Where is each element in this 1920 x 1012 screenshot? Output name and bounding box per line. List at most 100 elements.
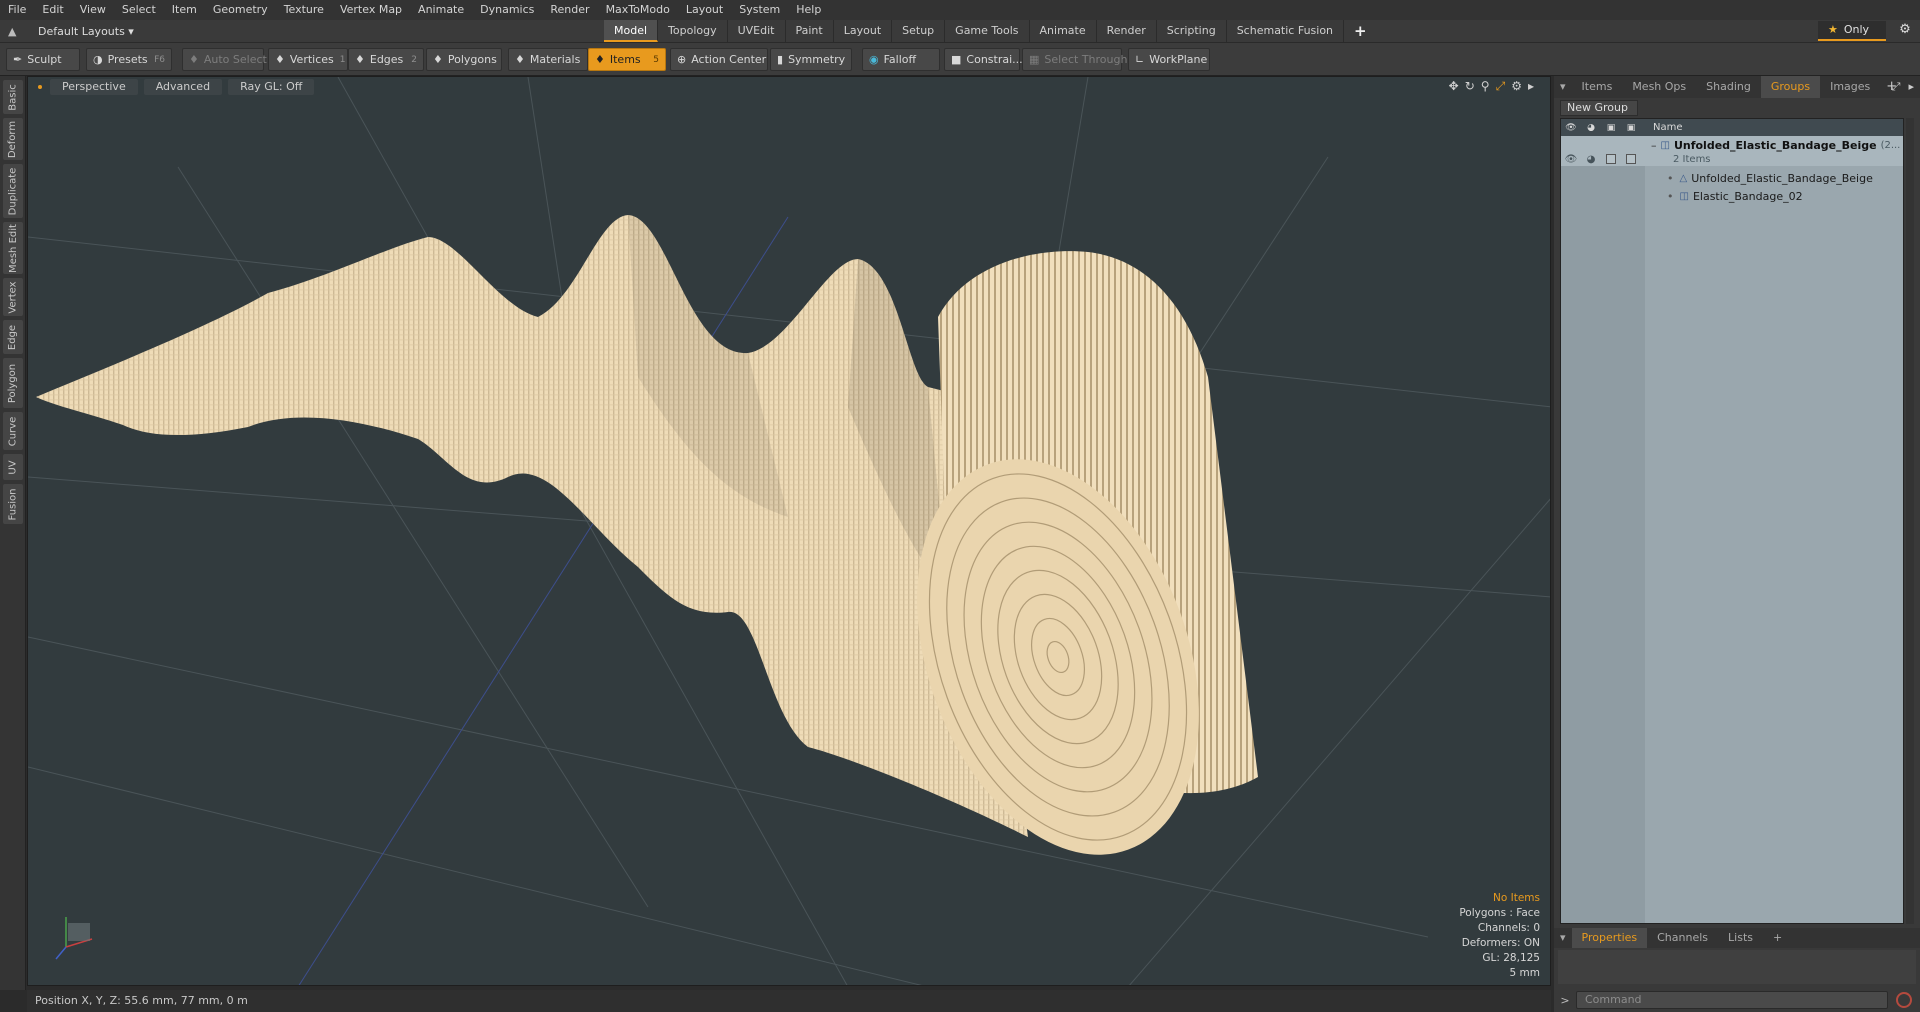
tab-curve[interactable]: Curve (3, 412, 23, 450)
tab-mesh-edit[interactable]: Mesh Edit (3, 222, 23, 274)
edges-button[interactable]: ♦ Edges 2 (348, 48, 424, 71)
bottom-panel-menu-icon[interactable]: ▾ (1554, 928, 1572, 948)
menu-dynamics[interactable]: Dynamics (472, 0, 542, 20)
tab-images[interactable]: Images (1820, 76, 1880, 98)
menu-select[interactable]: Select (114, 0, 164, 20)
items-button[interactable]: ♦ Items 5 (588, 48, 666, 71)
render-column-icon[interactable]: ◕ (1581, 123, 1601, 133)
viewport-nav-icons: ✥ ↻ ⚲ ⤢ ⚙ ▸ (1449, 79, 1534, 94)
tab-lists[interactable]: Lists (1718, 928, 1763, 948)
vertices-button[interactable]: ♦ Vertices 1 (268, 48, 348, 71)
tab-deform[interactable]: Deform (3, 118, 23, 160)
menu-file[interactable]: File (0, 0, 34, 20)
viewport-canvas[interactable] (28, 77, 1551, 986)
position-readout: Position X, Y, Z: 55.6 mm, 77 mm, 0 m (35, 994, 248, 1007)
zoom-icon[interactable]: ⚲ (1481, 79, 1490, 94)
menu-animate[interactable]: Animate (410, 0, 472, 20)
group-child-row[interactable]: • ◫ Elastic_Bandage_02 (1561, 187, 1903, 205)
menu-render[interactable]: Render (542, 0, 597, 20)
rotate-icon[interactable]: ↻ (1465, 79, 1475, 94)
tree-scrollbar[interactable] (1906, 118, 1914, 924)
tab-shading[interactable]: Shading (1696, 76, 1761, 98)
panel-arrow-icon[interactable]: ▸ (1908, 80, 1914, 94)
new-group-button[interactable]: New Group (1560, 100, 1638, 116)
visibility-column-icon[interactable]: 👁 (1561, 123, 1581, 133)
constraints-button[interactable]: ■ Constrai... (944, 48, 1023, 71)
tab-scripting[interactable]: Scripting (1157, 20, 1227, 42)
polygons-button[interactable]: ♦ Polygons (426, 48, 502, 71)
symmetry-button[interactable]: ▮ Symmetry (770, 48, 852, 71)
tab-layout[interactable]: Layout (834, 20, 893, 42)
panel-menu-icon[interactable]: ▾ (1554, 76, 1572, 98)
menu-vertex-map[interactable]: Vertex Map (332, 0, 410, 20)
tab-topology[interactable]: Topology (658, 20, 728, 42)
tab-vertex[interactable]: Vertex (3, 278, 23, 316)
menu-maxtomodo[interactable]: MaxToModo (598, 0, 678, 20)
lock-column-icon[interactable]: ▣ (1601, 123, 1621, 133)
expand-panel-icon[interactable]: ⤢ (1892, 80, 1901, 94)
tab-paint[interactable]: Paint (786, 20, 834, 42)
viewport-menu-arrow-icon[interactable]: ▸ (1528, 79, 1534, 94)
sculpt-button[interactable]: ✒ Sculpt (6, 48, 80, 71)
tab-uv[interactable]: UV (3, 454, 23, 480)
tab-fusion[interactable]: Fusion (3, 484, 23, 524)
record-macro-icon[interactable] (1896, 992, 1912, 1008)
tab-setup[interactable]: Setup (892, 20, 946, 42)
symmetry-icon: ▮ (777, 53, 784, 66)
add-tab-icon[interactable]: + (1344, 20, 1377, 42)
shading-mode-button[interactable]: Advanced (143, 79, 223, 95)
gear-icon[interactable]: ⚙ (1896, 22, 1914, 40)
tab-uvedit[interactable]: UVEdit (728, 20, 786, 42)
select-checkbox[interactable] (1626, 153, 1636, 164)
auto-select-button[interactable]: ♦ Auto Select (182, 48, 267, 71)
tab-game-tools[interactable]: Game Tools (945, 20, 1030, 42)
3d-viewport[interactable]: Perspective Advanced Ray GL: Off ✥ ↻ ⚲ ⤢… (27, 76, 1551, 986)
collapse-arrow-icon[interactable]: – (1651, 139, 1657, 152)
groups-tree[interactable]: 👁 ◕ ▣ ▣ Name – ◫ Unfolded_Elastic_Bandag… (1560, 118, 1904, 924)
falloff-button[interactable]: ◉ Falloff (862, 48, 940, 71)
tab-channels[interactable]: Channels (1647, 928, 1718, 948)
maximize-icon[interactable]: ⤢ (1496, 79, 1506, 94)
menu-help[interactable]: Help (788, 0, 829, 20)
menu-view[interactable]: View (72, 0, 114, 20)
name-column-header[interactable]: Name (1653, 122, 1683, 133)
tab-properties[interactable]: Properties (1571, 928, 1648, 948)
view-mode-button[interactable]: Perspective (50, 79, 138, 95)
tab-animate[interactable]: Animate (1030, 20, 1097, 42)
viewport-header: Perspective Advanced Ray GL: Off (28, 77, 1550, 97)
group-child-row[interactable]: • △ Unfolded_Elastic_Bandage_Beige (1561, 169, 1903, 187)
menu-geometry[interactable]: Geometry (205, 0, 276, 20)
layout-selector[interactable]: ▲ Default Layouts ▾ (0, 20, 600, 42)
menu-system[interactable]: System (731, 0, 788, 20)
menu-texture[interactable]: Texture (276, 0, 332, 20)
viewport-settings-icon[interactable]: ⚙ (1511, 79, 1522, 94)
tab-model[interactable]: Model (604, 20, 659, 42)
lock-checkbox[interactable] (1606, 153, 1616, 164)
tab-schematic-fusion[interactable]: Schematic Fusion (1227, 20, 1345, 42)
menu-layout[interactable]: Layout (678, 0, 731, 20)
only-toggle-button[interactable]: ★ Only (1818, 21, 1886, 41)
menu-item[interactable]: Item (164, 0, 205, 20)
tab-render[interactable]: Render (1097, 20, 1157, 42)
materials-button[interactable]: ♦ Materials (508, 48, 588, 71)
tab-edge[interactable]: Edge (3, 320, 23, 354)
command-input[interactable]: Command (1576, 991, 1888, 1009)
tab-basic[interactable]: Basic (3, 80, 23, 114)
tab-items[interactable]: Items (1572, 76, 1623, 98)
pan-icon[interactable]: ✥ (1449, 79, 1459, 94)
select-through-button[interactable]: ▦ Select Through (1022, 48, 1127, 71)
add-bottom-tab-icon[interactable]: + (1763, 928, 1792, 948)
presets-button[interactable]: ◑ Presets F6 (86, 48, 172, 71)
menu-edit[interactable]: Edit (34, 0, 71, 20)
tab-polygon[interactable]: Polygon (3, 358, 23, 408)
select-column-icon[interactable]: ▣ (1621, 123, 1641, 133)
visibility-toggle-icon[interactable]: 👁 (1561, 154, 1581, 165)
collapse-icon[interactable]: ▲ (8, 25, 22, 38)
action-center-button[interactable]: ⊕ Action Center (670, 48, 768, 71)
tab-mesh-ops[interactable]: Mesh Ops (1622, 76, 1696, 98)
tab-duplicate[interactable]: Duplicate (3, 164, 23, 218)
render-toggle-icon[interactable]: ◕ (1581, 154, 1601, 165)
workplane-button[interactable]: ∟ WorkPlane (1128, 48, 1210, 71)
raygl-button[interactable]: Ray GL: Off (228, 79, 315, 95)
tab-groups[interactable]: Groups (1760, 76, 1821, 98)
